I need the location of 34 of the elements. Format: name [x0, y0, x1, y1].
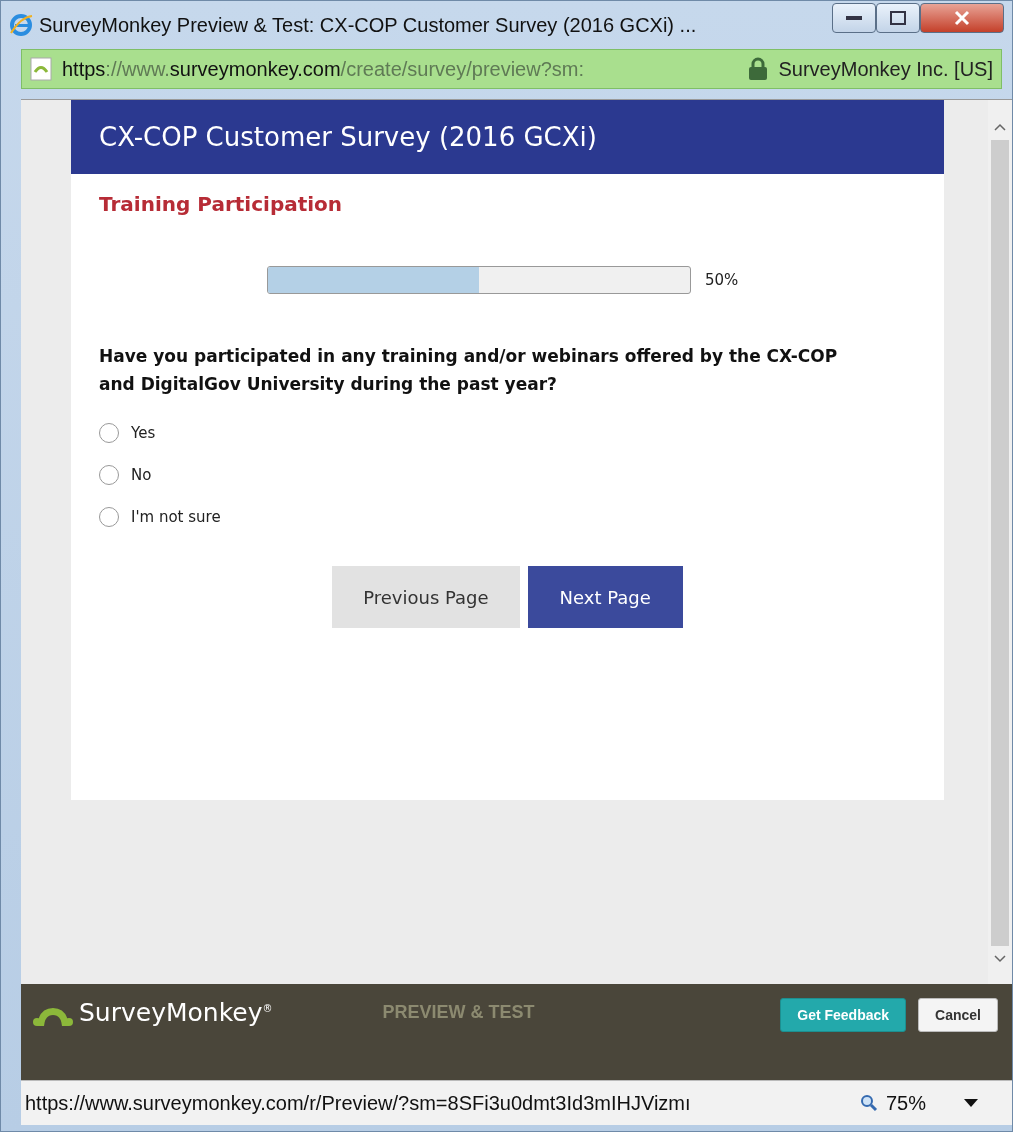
page-icon — [30, 57, 52, 81]
page-title: Training Participation — [98, 191, 344, 216]
maximize-icon — [890, 11, 906, 25]
minimize-icon — [846, 15, 862, 21]
minimize-button[interactable] — [832, 3, 876, 33]
radio-button[interactable] — [99, 465, 119, 485]
option-label[interactable]: Yes — [131, 424, 156, 442]
survey-title: CX-COP Customer Survey (2016 GCXi) — [71, 100, 944, 174]
lock-icon — [748, 57, 769, 81]
progress-reading: 50% — [705, 271, 739, 289]
mode-label: PREVIEW & TEST — [382, 1002, 536, 1023]
close-icon — [954, 10, 970, 26]
radio-button[interactable] — [99, 507, 119, 527]
option-label[interactable]: No — [131, 466, 152, 484]
question-text: Have you participated in any training and/or webinars offered by the CX-COP and DigitalGov University during the past year? — [99, 345, 839, 396]
scrollbar-thumb[interactable] — [991, 140, 1009, 946]
dropdown-icon[interactable] — [964, 1099, 978, 1107]
brand-name: SurveyMonkey$^{®}$ — [79, 998, 273, 1027]
close-button[interactable] — [920, 3, 1004, 33]
browser-logo-icon — [9, 13, 33, 37]
window-title: SurveyMonkey Preview & Test: CX-COP Customer Survey (2016 GCXi) ... — [39, 13, 698, 37]
status-url: https://www.surveymonkey.com/r/Preview/?sm=8SFi3u0dmt3Id3mIHJVizmı — [25, 1091, 692, 1115]
option-label[interactable]: I'm not sure — [131, 508, 221, 526]
cancel-button[interactable]: Cancel — [918, 998, 998, 1032]
scroll-up-icon[interactable] — [993, 122, 1007, 132]
maximize-button[interactable] — [876, 3, 920, 33]
zoom-icon[interactable] — [859, 1094, 878, 1112]
address-url[interactable]: https://www.surveymonkey.com/create/survey/preview?sm: — [62, 57, 739, 81]
radio-button[interactable] — [99, 423, 119, 443]
scroll-down-icon[interactable] — [993, 954, 1007, 964]
site-identity[interactable]: SurveyMonkey Inc. [US] — [778, 57, 993, 81]
previous-button[interactable]: Previous Page — [332, 566, 520, 628]
next-button[interactable]: Next Page — [527, 566, 683, 628]
zoom-level[interactable]: 75% — [885, 1091, 926, 1115]
